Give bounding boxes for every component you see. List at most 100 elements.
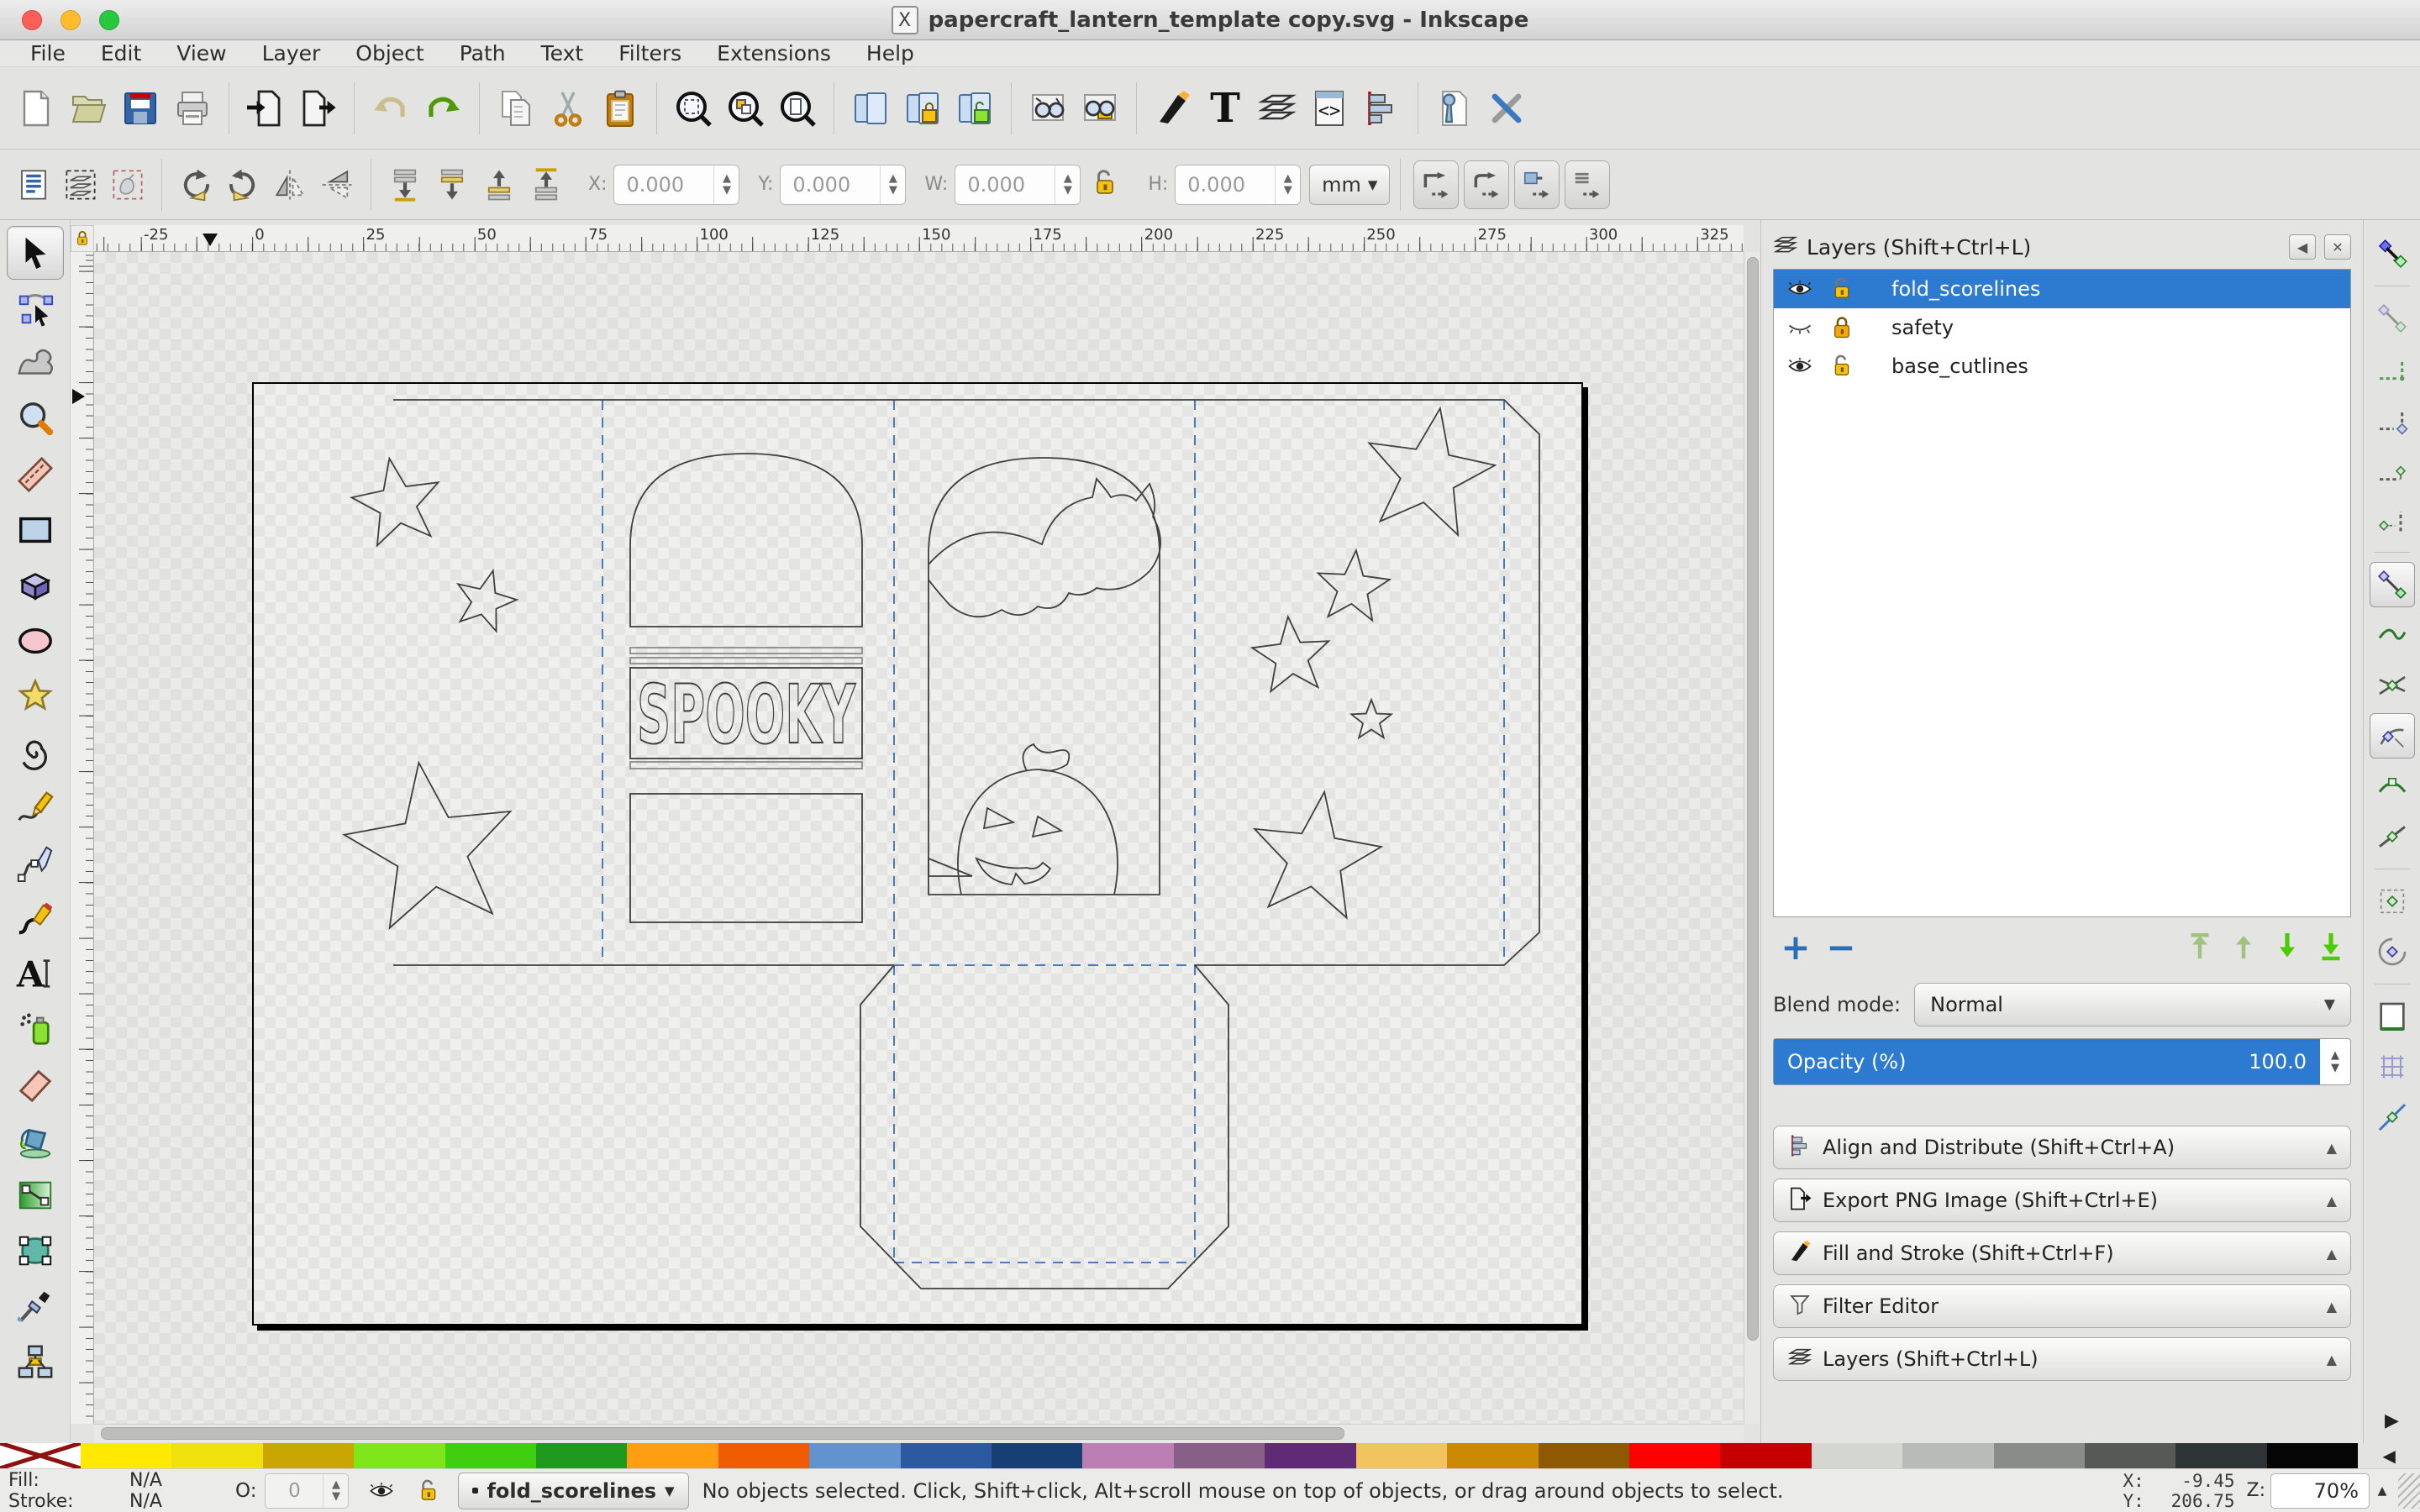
snap-guides-button[interactable] <box>2370 1095 2415 1140</box>
palette-swatch[interactable] <box>81 1443 172 1468</box>
palette-swatch[interactable] <box>1355 1443 1448 1468</box>
resize-grip[interactable] <box>2398 1473 2420 1509</box>
menu-view[interactable]: View <box>163 39 239 67</box>
snap-page-border-button[interactable] <box>2370 994 2415 1039</box>
remove-layer-button[interactable]: − <box>1818 930 1864 965</box>
snap-bbox-edges-button[interactable] <box>2370 346 2415 391</box>
new-document-button[interactable] <box>12 82 60 134</box>
flip-horizontal-button[interactable] <box>268 161 312 208</box>
tool-paint-bucket[interactable] <box>7 1113 64 1167</box>
snap-paths-button[interactable] <box>2370 612 2415 658</box>
snap-path-intersections-button[interactable] <box>2370 663 2415 708</box>
opacity-spinner[interactable]: ▲ ▼ <box>2320 1039 2350 1084</box>
units-dropdown[interactable]: mm ▼ <box>1309 164 1391 205</box>
tool-gradient[interactable] <box>7 1168 64 1222</box>
tool-dropper[interactable] <box>7 1279 64 1333</box>
group-button[interactable] <box>898 82 947 134</box>
palette-swatch[interactable] <box>2175 1443 2267 1468</box>
zoom-spinner[interactable]: 70% <box>2270 1473 2370 1509</box>
align-dialog-button[interactable] <box>1357 82 1406 134</box>
flip-vertical-button[interactable] <box>315 161 359 208</box>
redo-button[interactable] <box>418 82 467 134</box>
layer-row-base_cutlines[interactable]: base_cutlines <box>1774 347 2350 386</box>
input-devices-button[interactable] <box>1482 82 1531 134</box>
deselect-button[interactable] <box>106 161 150 208</box>
tool-zoom[interactable] <box>7 392 64 446</box>
vertical-scrollbar[interactable] <box>1744 252 1760 1424</box>
tool-star[interactable] <box>7 669 64 723</box>
lock-closed-icon[interactable] <box>1824 316 1860 339</box>
snap-cusp-nodes-button[interactable] <box>2369 713 2415 759</box>
horizontal-scrollbar[interactable] <box>94 1424 1744 1442</box>
x-spinner[interactable]: ▲ ▼ <box>713 165 739 204</box>
import-document-button[interactable] <box>241 82 290 134</box>
zoom-stepper[interactable]: ▲ <box>2370 1473 2395 1509</box>
rotate-cw-button[interactable] <box>221 161 265 208</box>
canvas-drawing[interactable]: SPOOKY <box>94 252 1744 1424</box>
snap-nodes-button[interactable] <box>2369 562 2415 607</box>
layer-opacity-slider[interactable]: Opacity (%) 100.0 ▲ ▼ <box>1773 1038 2351 1085</box>
paste-button[interactable] <box>596 82 644 134</box>
menu-file[interactable]: File <box>17 39 79 67</box>
h-field[interactable]: 0.000 ▲ ▼ <box>1175 164 1302 205</box>
tool-spiral[interactable] <box>7 725 64 779</box>
vertical-ruler[interactable] <box>71 252 94 1424</box>
palette-swatch[interactable] <box>536 1443 628 1468</box>
lower-button[interactable] <box>430 161 474 208</box>
palette-swatch[interactable] <box>900 1443 992 1468</box>
snap-object-centers-button[interactable] <box>2370 879 2415 924</box>
w-spinner[interactable]: ▲ ▼ <box>1055 165 1080 204</box>
menu-extensions[interactable]: Extensions <box>703 39 844 67</box>
current-layer-dropdown[interactable]: fold_scorelines ▼ <box>458 1472 689 1509</box>
y-field[interactable]: 0.000 ▲ ▼ <box>780 164 907 205</box>
eye-open-icon[interactable] <box>1782 354 1818 378</box>
add-layer-button[interactable]: + <box>1773 930 1818 965</box>
snap-toolbar-expander-icon[interactable]: ▶ <box>2385 1410 2399 1431</box>
raise-to-top-button[interactable] <box>524 161 568 208</box>
palette-swatch[interactable] <box>1447 1443 1539 1468</box>
lock-ratio-icon[interactable] <box>1092 169 1118 201</box>
stroke-value[interactable]: N/A <box>129 1491 188 1512</box>
select-all-layers-button[interactable] <box>59 161 103 208</box>
palette-swatch[interactable] <box>1628 1443 1721 1468</box>
vertical-scrollbar-thumb[interactable] <box>1747 257 1759 1341</box>
menu-path[interactable]: Path <box>446 39 519 67</box>
palette-swatch[interactable] <box>1173 1443 1265 1468</box>
lower-layer-to-bottom-button[interactable] <box>2316 931 2346 964</box>
lower-to-bottom-button[interactable] <box>383 161 427 208</box>
object-opacity-spinner[interactable]: 0 ▲ ▼ <box>265 1473 350 1509</box>
palette-swatch-none[interactable] <box>0 1441 82 1471</box>
tool-spray[interactable] <box>7 1002 64 1056</box>
palette-scroll-left-icon[interactable]: ◀ <box>2358 1443 2420 1468</box>
w-field[interactable]: 0.000 ▲ ▼ <box>955 164 1081 205</box>
h-spinner[interactable]: ▲ ▼ <box>1275 165 1300 204</box>
palette-swatch[interactable] <box>718 1443 810 1468</box>
eye-closed-icon[interactable] <box>1782 316 1818 339</box>
palette-swatch[interactable] <box>1538 1443 1629 1468</box>
rotate-ccw-button[interactable] <box>174 161 218 208</box>
zoom-drawing-button[interactable] <box>721 82 770 134</box>
menu-layer[interactable]: Layer <box>249 39 334 67</box>
dock-close-icon[interactable]: ✕ <box>2324 234 2351 260</box>
tool-rectangle[interactable] <box>7 503 64 557</box>
horizontal-ruler[interactable]: -25 0 25 50 75 100 125 150 175 200 225 250 275 300 325 <box>94 225 1744 252</box>
palette-swatch[interactable] <box>171 1443 263 1468</box>
raise-layer-to-top-button[interactable] <box>2185 931 2215 964</box>
tool-calligraphy[interactable] <box>7 891 64 945</box>
tool-bezier-pen[interactable] <box>7 836 64 890</box>
transform-gradients-toggle[interactable] <box>1514 160 1560 209</box>
fill-value[interactable]: N/A <box>129 1470 188 1491</box>
preferences-button[interactable] <box>1430 82 1479 134</box>
palette-swatch[interactable] <box>1811 1443 1903 1468</box>
snap-rotation-centers-button[interactable] <box>2370 929 2415 974</box>
tool-connector[interactable] <box>7 1335 64 1389</box>
tool-text[interactable]: A <box>7 947 64 1000</box>
horizontal-scrollbar-thumb[interactable] <box>101 1427 1344 1440</box>
menu-help[interactable]: Help <box>853 39 928 67</box>
raise-button[interactable] <box>477 161 521 208</box>
dock-bar-align-dialog[interactable]: Align and Distribute (Shift+Ctrl+A) ▲ <box>1773 1126 2351 1169</box>
palette-swatch[interactable] <box>2084 1443 2176 1468</box>
tool-selector[interactable] <box>6 226 64 280</box>
layer-row-safety[interactable]: safety <box>1774 308 2350 347</box>
y-spinner[interactable]: ▲ ▼ <box>880 165 905 204</box>
